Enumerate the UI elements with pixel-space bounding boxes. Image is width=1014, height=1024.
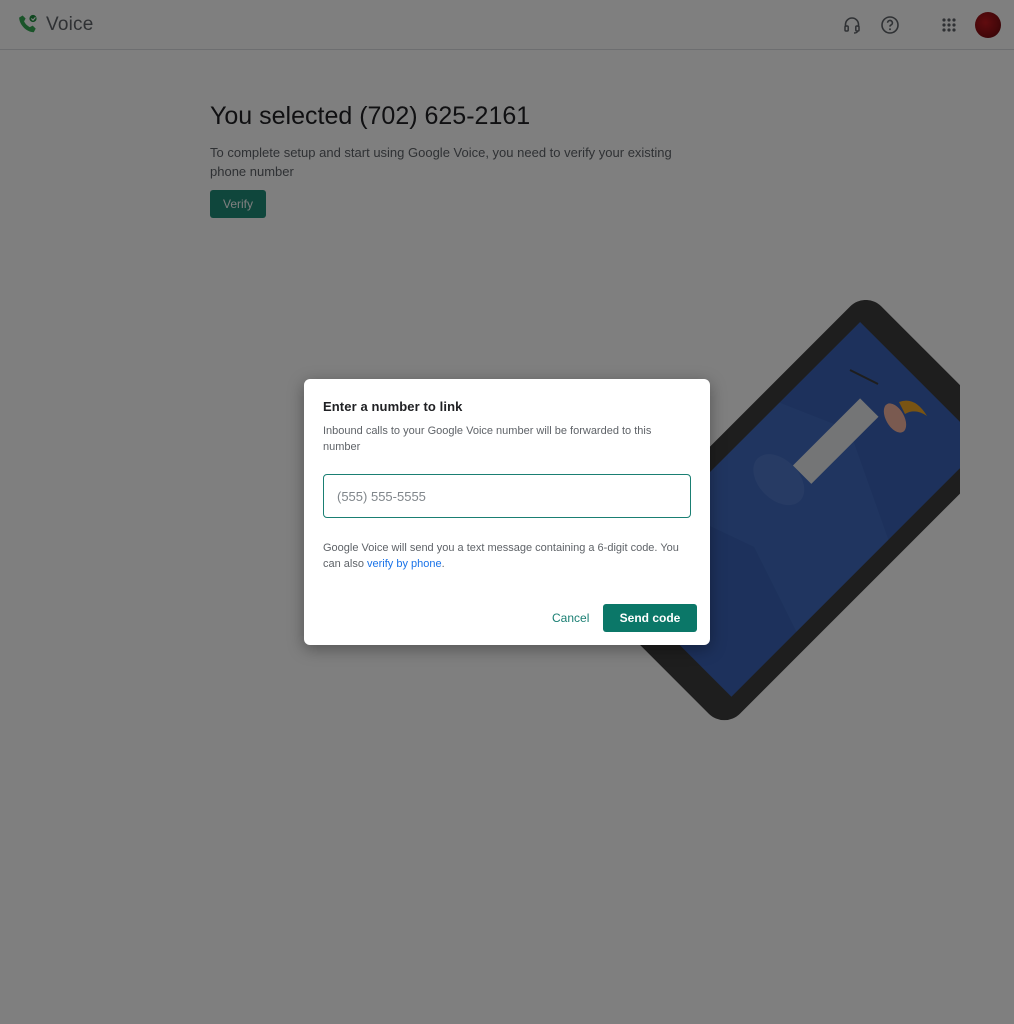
link-number-dialog: Enter a number to link Inbound calls to … [304,379,710,645]
phone-number-input[interactable] [323,474,691,518]
dialog-title: Enter a number to link [323,399,463,414]
send-code-button[interactable]: Send code [603,604,697,632]
info-text-suffix: . [441,558,445,570]
dialog-subtitle: Inbound calls to your Google Voice numbe… [323,425,652,453]
cancel-button[interactable]: Cancel [548,608,593,628]
dialog-info-text: Google Voice will send you a text messag… [323,540,693,572]
verify-by-phone-link[interactable]: verify by phone [367,558,442,570]
